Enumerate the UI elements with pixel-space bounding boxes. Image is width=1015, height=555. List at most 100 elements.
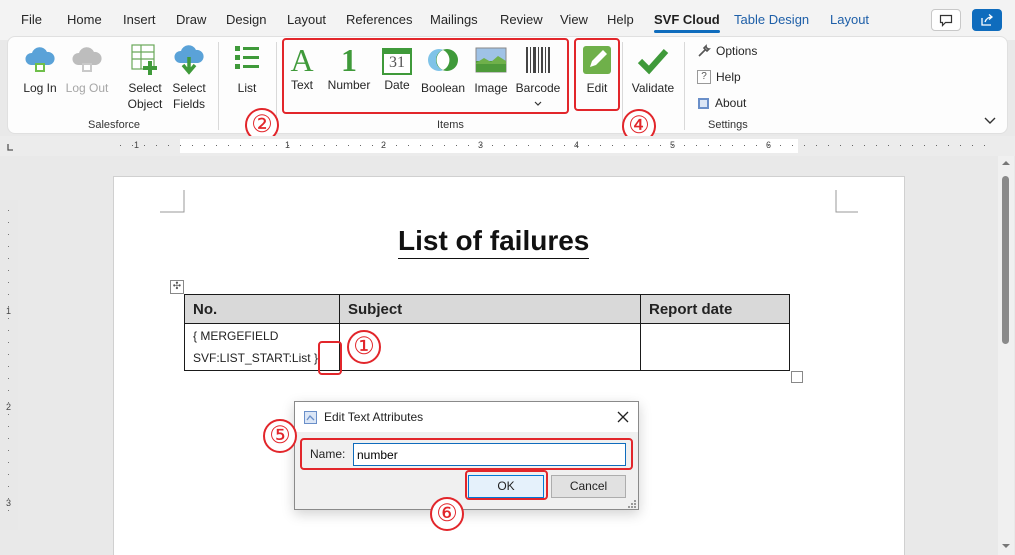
ruler-tick — [624, 145, 625, 146]
ruler-tick — [684, 145, 685, 146]
options-button[interactable]: Options — [697, 44, 757, 58]
chevron-down-icon — [984, 117, 996, 124]
select-object-button[interactable]: Select Object — [124, 43, 166, 112]
tab-layout[interactable]: Layout — [287, 12, 326, 27]
ruler-tick — [852, 145, 853, 146]
tab-design[interactable]: Design — [226, 12, 266, 27]
page-margin-corners — [160, 190, 858, 213]
cancel-button[interactable]: Cancel — [551, 475, 626, 498]
select-fields-button[interactable]: Select Fields — [168, 43, 210, 112]
ruler-tick — [444, 145, 445, 146]
ruler-tick — [744, 145, 745, 146]
dialog-close-button[interactable] — [613, 407, 633, 427]
login-button[interactable]: Log In — [18, 43, 62, 96]
vruler-tick — [8, 282, 9, 283]
ribbon-collapse-button[interactable] — [984, 114, 996, 128]
list-button[interactable]: List — [230, 43, 264, 96]
tab-draw[interactable]: Draw — [176, 12, 206, 27]
mergefield-line-2: SVF:LIST_START:List — [193, 351, 311, 365]
ruler-tick — [756, 145, 757, 146]
header-report-date[interactable]: Report date — [640, 294, 790, 324]
dialog-titlebar[interactable]: Edit Text Attributes — [295, 402, 638, 432]
header-no[interactable]: No. — [184, 294, 340, 324]
tab-table-layout[interactable]: Layout — [830, 12, 869, 27]
brace-highlight-box — [318, 341, 342, 375]
document-title[interactable]: List of failures — [398, 224, 590, 259]
tab-file[interactable]: File — [21, 12, 42, 27]
scroll-up-icon[interactable] — [1001, 159, 1011, 167]
tab-home[interactable]: Home — [67, 12, 102, 27]
header-subject[interactable]: Subject — [339, 294, 641, 324]
ruler-tick — [732, 145, 733, 146]
ruler-tick — [876, 145, 877, 146]
ruler-tick — [612, 145, 613, 146]
ruler-tick — [396, 145, 397, 146]
vruler-tick — [8, 462, 9, 463]
table-row: { MERGEFIELD SVF:LIST_START:List } — [184, 323, 790, 371]
tab-references[interactable]: References — [346, 12, 412, 27]
group-label-salesforce: Salesforce — [88, 119, 140, 131]
mergefield-cell[interactable]: { MERGEFIELD SVF:LIST_START:List } — [184, 323, 340, 371]
vruler-tick — [8, 354, 9, 355]
ruler-tick — [864, 145, 865, 146]
tab-svf-cloud[interactable]: SVF Cloud — [654, 12, 720, 33]
comments-button[interactable] — [931, 9, 961, 31]
ruler-tick — [552, 145, 553, 146]
scroll-down-icon[interactable] — [1001, 542, 1011, 550]
ruler-tick — [180, 145, 181, 146]
ruler-tick — [912, 145, 913, 146]
validate-button[interactable]: Validate — [629, 43, 677, 96]
about-button[interactable]: About — [697, 96, 746, 110]
ruler-tick — [948, 145, 949, 146]
table-resize-handle[interactable] — [791, 371, 803, 383]
vruler-tick — [8, 234, 9, 235]
table-move-handle[interactable]: ✣ — [170, 280, 184, 294]
vruler-tick — [8, 210, 9, 211]
dialog-app-icon — [304, 411, 317, 424]
ruler-tick — [120, 145, 121, 146]
ruler-tick — [600, 145, 601, 146]
menu-bar: File Home Insert Draw Design Layout Refe… — [0, 0, 1015, 40]
failures-table[interactable]: No. Subject Report date { MERGEFIELD SVF… — [184, 294, 790, 371]
ruler-tick — [492, 145, 493, 146]
help-button[interactable]: ? Help — [697, 70, 741, 84]
ruler-tick — [792, 145, 793, 146]
vruler-tick — [8, 330, 9, 331]
vruler-tick — [8, 426, 9, 427]
tab-insert[interactable]: Insert — [123, 12, 156, 27]
about-icon — [698, 97, 709, 109]
vruler-tick — [8, 378, 9, 379]
subject-cell[interactable] — [339, 323, 641, 371]
share-button[interactable] — [972, 9, 1002, 31]
vruler-tick — [8, 498, 9, 499]
name-field-highlight-box — [300, 438, 633, 470]
ruler-tick — [156, 145, 157, 146]
tab-review[interactable]: Review — [500, 12, 543, 27]
ruler-tick — [192, 145, 193, 146]
group-divider — [622, 42, 623, 130]
vertical-scrollbar[interactable] — [998, 156, 1014, 555]
vertical-ruler[interactable]: 1 2 3 — [0, 200, 18, 530]
report-date-cell[interactable] — [640, 323, 790, 371]
tab-table-design[interactable]: Table Design — [734, 12, 809, 27]
tab-help[interactable]: Help — [607, 12, 634, 27]
resize-grip-icon[interactable] — [627, 499, 637, 509]
table-header-row: No. Subject Report date — [184, 294, 790, 324]
ruler-tick — [504, 145, 505, 146]
dialog-title: Edit Text Attributes — [324, 410, 424, 424]
ruler-tick — [588, 145, 589, 146]
tab-view[interactable]: View — [560, 12, 588, 27]
ok-highlight-box — [465, 470, 548, 500]
scrollbar-thumb[interactable] — [1002, 176, 1009, 344]
ruler-tick — [936, 145, 937, 146]
ruler-tick — [564, 145, 565, 146]
ruler-tick — [432, 145, 433, 146]
horizontal-ruler[interactable]: 1 2 3 4 5 6 1 — [0, 136, 1015, 156]
ruler-tick — [696, 145, 697, 146]
tab-mailings[interactable]: Mailings — [430, 12, 478, 27]
edit-highlight-box — [574, 38, 620, 111]
group-label-items: Items — [437, 119, 464, 131]
group-label-settings: Settings — [708, 119, 748, 131]
logout-button[interactable]: Log Out — [64, 43, 110, 96]
ruler-tick — [204, 145, 205, 146]
